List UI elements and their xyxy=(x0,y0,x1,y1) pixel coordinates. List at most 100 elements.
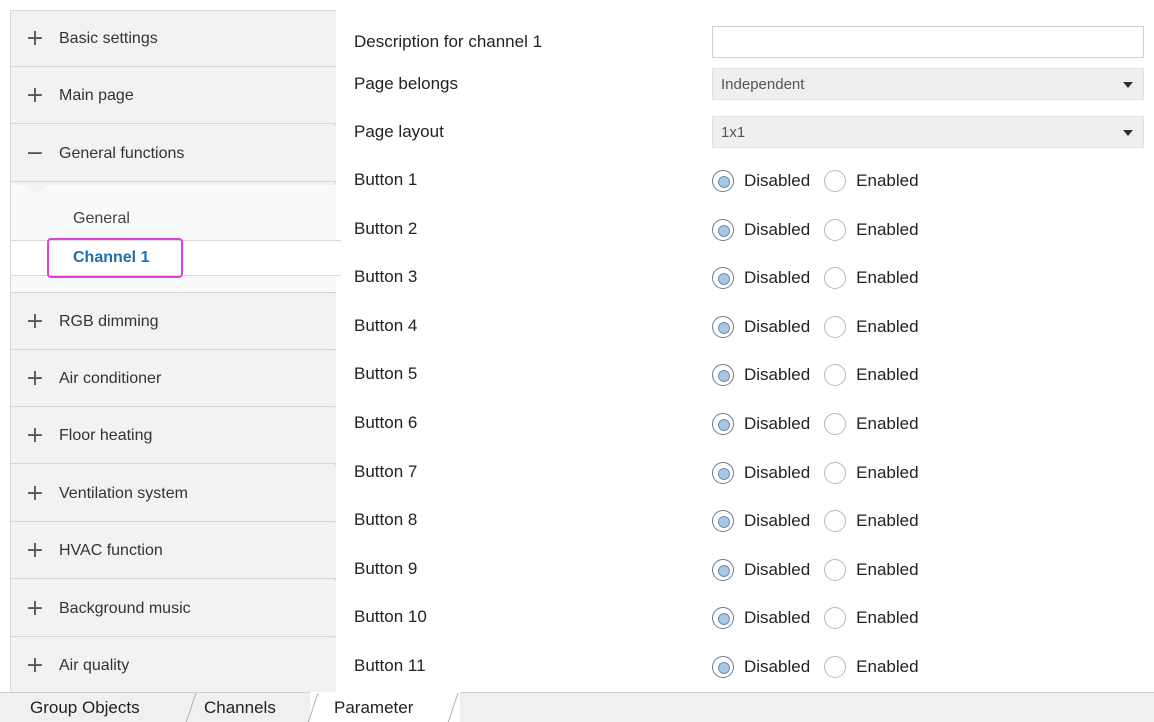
button-label: Button 9 xyxy=(354,559,418,578)
radio-circle-icon xyxy=(712,559,734,581)
radio-disabled[interactable]: Disabled xyxy=(712,462,810,484)
radio-label: Enabled xyxy=(856,560,919,579)
radio-disabled[interactable]: Disabled xyxy=(712,559,810,581)
radio-circle-icon xyxy=(824,607,847,629)
radio-enabled[interactable]: Enabled xyxy=(824,316,919,338)
button-row: Button 7 Disabled Enabled xyxy=(336,448,1154,496)
enable-radio-group: Disabled Enabled xyxy=(712,411,933,437)
button-row: Button 10 Disabled Enabled xyxy=(336,593,1154,641)
sidebar-item-main-page[interactable]: + Main page xyxy=(11,68,336,124)
page-belongs-value: Independent xyxy=(721,75,805,93)
radio-disabled[interactable]: Disabled xyxy=(712,267,810,289)
radio-enabled[interactable]: Enabled xyxy=(824,364,919,386)
sidebar-item-label: Main page xyxy=(59,86,134,104)
radio-enabled[interactable]: Enabled xyxy=(824,607,919,629)
radio-circle-icon xyxy=(712,364,734,386)
button-row: Button 11 Disabled Enabled xyxy=(336,642,1154,690)
bottom-tab-bar: Group Objects Channels Parameter xyxy=(0,692,1154,722)
radio-circle-icon xyxy=(824,510,847,532)
radio-disabled[interactable]: Disabled xyxy=(712,219,810,241)
radio-circle-icon xyxy=(824,219,847,241)
radio-label: Disabled xyxy=(744,511,811,530)
radio-disabled[interactable]: Disabled xyxy=(712,364,810,386)
radio-circle-icon xyxy=(824,559,847,581)
page-belongs-select[interactable]: Independent xyxy=(712,68,1144,100)
sidebar-item-label: General functions xyxy=(59,144,185,162)
radio-circle-icon xyxy=(824,462,847,484)
page-layout-label: Page layout xyxy=(354,122,444,141)
radio-circle-icon xyxy=(712,316,734,338)
radio-disabled[interactable]: Disabled xyxy=(712,170,810,192)
radio-enabled[interactable]: Enabled xyxy=(824,219,919,241)
sidebar-item-label: RGB dimming xyxy=(59,312,159,330)
radio-label: Enabled xyxy=(856,657,919,676)
submenu-item-channel-1[interactable]: Channel 1 xyxy=(11,240,341,276)
radio-disabled[interactable]: Disabled xyxy=(712,656,810,678)
button-row: Button 3 Disabled Enabled xyxy=(336,253,1154,301)
button-label: Button 10 xyxy=(354,607,427,626)
submenu-notch xyxy=(25,184,49,194)
radio-disabled[interactable]: Disabled xyxy=(712,607,810,629)
expand-icon: + xyxy=(25,308,45,334)
radio-enabled[interactable]: Enabled xyxy=(824,656,919,678)
sidebar-item-floor-heating[interactable]: + Floor heating xyxy=(11,408,336,464)
sidebar-item-label: Floor heating xyxy=(59,426,153,444)
radio-disabled[interactable]: Disabled xyxy=(712,316,810,338)
sidebar-item-general-functions[interactable]: − General functions xyxy=(11,126,336,182)
button-row: Button 9 Disabled Enabled xyxy=(336,545,1154,593)
radio-enabled[interactable]: Enabled xyxy=(824,462,919,484)
radio-label: Disabled xyxy=(744,268,811,287)
radio-enabled[interactable]: Enabled xyxy=(824,267,919,289)
radio-enabled[interactable]: Enabled xyxy=(824,413,919,435)
radio-circle-icon xyxy=(712,170,734,192)
sidebar-item-label: Air conditioner xyxy=(59,369,162,387)
sidebar-item-air-conditioner[interactable]: + Air conditioner xyxy=(11,351,336,407)
enable-radio-group: Disabled Enabled xyxy=(712,460,933,486)
radio-enabled[interactable]: Enabled xyxy=(824,170,919,192)
radio-label: Enabled xyxy=(856,220,919,239)
submenu-item-label: General xyxy=(73,210,130,227)
tab-channels[interactable]: Channels xyxy=(204,693,276,722)
radio-circle-icon xyxy=(712,219,734,241)
sidebar: + Basic settings + Main page − General f… xyxy=(10,10,341,694)
expand-icon: + xyxy=(25,537,45,563)
sidebar-item-background-music[interactable]: + Background music xyxy=(11,581,336,637)
button-label: Button 7 xyxy=(354,462,418,481)
radio-label: Disabled xyxy=(744,657,811,676)
radio-disabled[interactable]: Disabled xyxy=(712,510,810,532)
button-row: Button 5 Disabled Enabled xyxy=(336,350,1154,398)
expand-icon: + xyxy=(25,82,45,108)
radio-enabled[interactable]: Enabled xyxy=(824,510,919,532)
expand-icon: + xyxy=(25,480,45,506)
enable-radio-group: Disabled Enabled xyxy=(712,168,933,194)
expand-icon: + xyxy=(25,653,45,678)
page-layout-select[interactable]: 1x1 xyxy=(712,116,1144,148)
sidebar-item-air-quality[interactable]: + Air quality xyxy=(11,638,336,694)
tab-parameter[interactable]: Parameter xyxy=(334,693,413,722)
description-input[interactable] xyxy=(712,26,1144,58)
sidebar-item-label: Ventilation system xyxy=(59,484,188,502)
enable-radio-group: Disabled Enabled xyxy=(712,265,933,291)
enable-radio-group: Disabled Enabled xyxy=(712,217,933,243)
radio-label: Enabled xyxy=(856,171,919,190)
radio-circle-icon xyxy=(824,656,847,678)
radio-circle-icon xyxy=(824,170,847,192)
enable-radio-group: Disabled Enabled xyxy=(712,654,933,680)
submenu-item-general[interactable]: General xyxy=(11,201,336,237)
tab-group-objects[interactable]: Group Objects xyxy=(30,693,140,722)
radio-circle-icon xyxy=(824,364,847,386)
sidebar-item-hvac-function[interactable]: + HVAC function xyxy=(11,523,336,579)
radio-circle-icon xyxy=(824,267,847,289)
radio-enabled[interactable]: Enabled xyxy=(824,559,919,581)
radio-disabled[interactable]: Disabled xyxy=(712,413,810,435)
enable-radio-group: Disabled Enabled xyxy=(712,508,933,534)
button-row: Button 8 Disabled Enabled xyxy=(336,496,1154,544)
description-row: Description for channel 1 xyxy=(336,18,1154,66)
sidebar-item-rgb-dimming[interactable]: + RGB dimming xyxy=(11,294,336,350)
sidebar-item-label: HVAC function xyxy=(59,541,163,559)
button-label: Button 6 xyxy=(354,413,418,432)
sidebar-item-basic-settings[interactable]: + Basic settings xyxy=(11,11,336,67)
sidebar-item-ventilation-system[interactable]: + Ventilation system xyxy=(11,466,336,522)
radio-label: Disabled xyxy=(744,608,811,627)
radio-label: Disabled xyxy=(744,171,811,190)
